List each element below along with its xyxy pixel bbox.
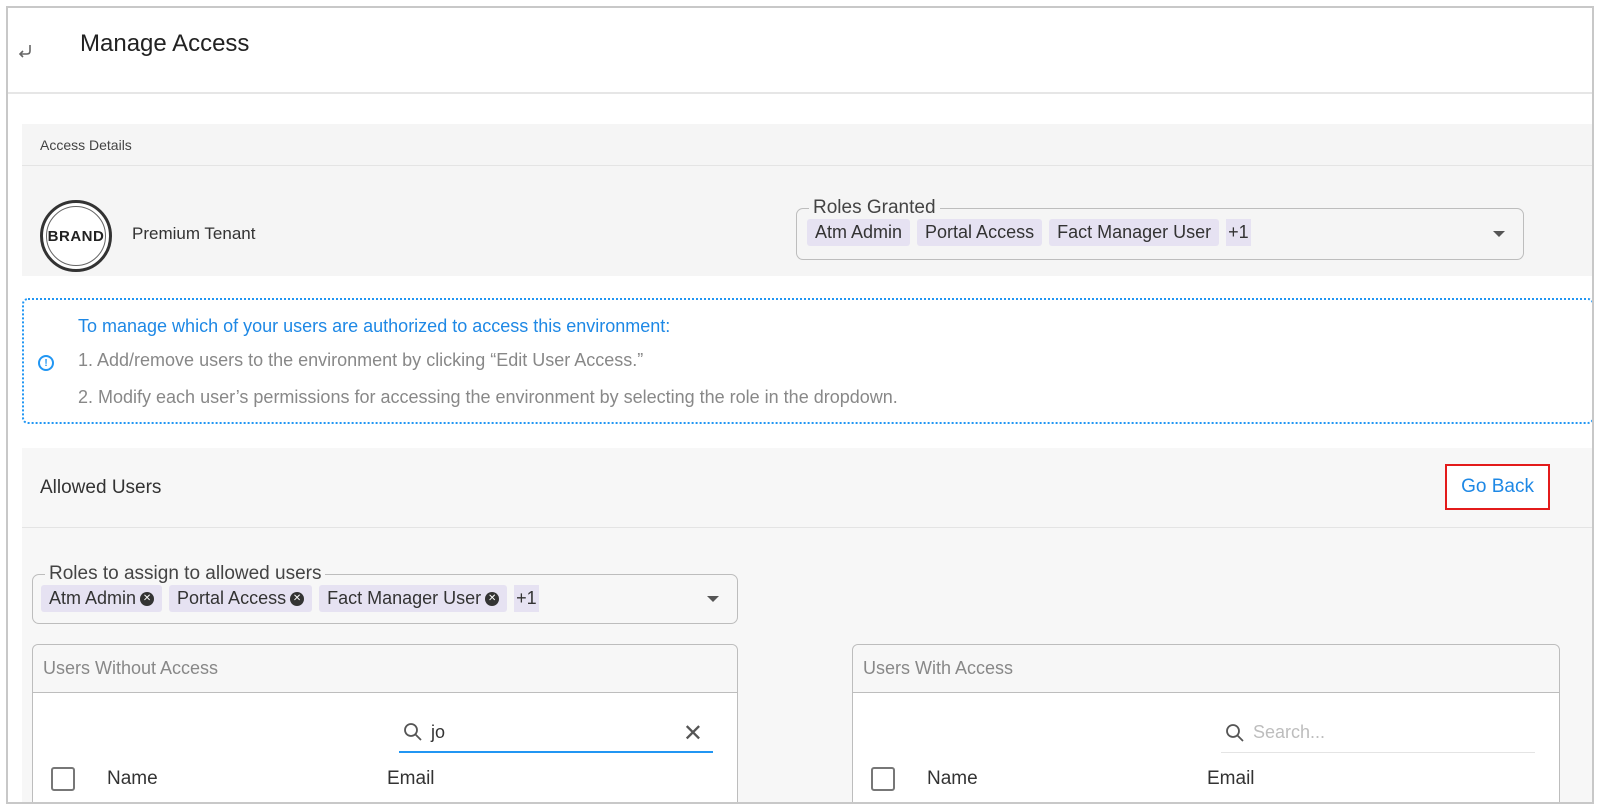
roles-to-assign-chips: Atm Admin ✕ Portal Access ✕ Fact Manager… — [41, 585, 539, 612]
role-chip: Portal Access — [917, 219, 1043, 246]
users-without-access-panel: Users Without Access jo ✕ Name Email — [32, 644, 738, 802]
dropdown-caret-icon[interactable] — [707, 596, 719, 602]
column-header-name[interactable]: Name — [107, 768, 158, 790]
info-icon: ! — [38, 355, 54, 371]
info-title: To manage which of your users are author… — [78, 316, 671, 336]
dropdown-caret-icon[interactable] — [1493, 231, 1505, 237]
column-header-email[interactable]: Email — [1207, 768, 1255, 790]
brand-logo-text: BRAND — [46, 206, 106, 266]
roles-granted-select[interactable]: Roles Granted Atm Admin Portal Access Fa… — [796, 197, 1524, 260]
column-header-name[interactable]: Name — [927, 768, 978, 790]
info-box: ! To manage which of your users are auth… — [22, 298, 1592, 424]
top-bar: Manage Access — [8, 8, 1592, 94]
assign-role-chip: Atm Admin ✕ — [41, 585, 163, 612]
users-with-access-search[interactable]: Search... — [1221, 713, 1535, 753]
roles-to-assign-select[interactable]: Roles to assign to allowed users Atm Adm… — [32, 563, 738, 624]
users-without-access-title: Users Without Access — [33, 645, 737, 693]
assign-role-chip-label: Atm Admin — [49, 588, 137, 608]
assign-role-chip: Portal Access ✕ — [169, 585, 313, 612]
remove-chip-icon[interactable]: ✕ — [140, 591, 155, 606]
return-arrow-icon[interactable] — [16, 42, 34, 60]
assign-role-chip-label: Portal Access — [177, 588, 287, 608]
allowed-users-card: Allowed Users Go Back Roles to assign to… — [22, 448, 1592, 802]
select-all-checkbox[interactable] — [871, 767, 895, 791]
more-roles-count: +1 — [514, 585, 539, 612]
column-header-email[interactable]: Email — [387, 768, 435, 790]
assign-role-chip: Fact Manager User ✕ — [319, 585, 508, 612]
select-all-checkbox[interactable] — [51, 767, 75, 791]
page-title: Manage Access — [80, 30, 250, 57]
users-without-access-search[interactable]: jo ✕ — [399, 713, 713, 753]
search-icon — [404, 723, 422, 741]
allowed-users-heading: Allowed Users — [22, 448, 1592, 528]
roles-to-assign-label: Roles to assign to allowed users — [45, 563, 326, 585]
info-line-2: 2. Modify each user’s permissions for ac… — [78, 387, 898, 407]
role-chip: Fact Manager User — [1049, 219, 1220, 246]
roles-granted-chips: Atm Admin Portal Access Fact Manager Use… — [807, 219, 1251, 246]
access-details-card: Access Details BRAND Premium Tenant Role… — [22, 124, 1592, 276]
more-roles-count: +1 — [1226, 219, 1251, 246]
brand-logo: BRAND — [40, 200, 112, 272]
remove-chip-icon[interactable]: ✕ — [290, 591, 305, 606]
users-with-access-title: Users With Access — [853, 645, 1559, 693]
search-placeholder[interactable]: Search... — [1253, 722, 1325, 743]
table-header-row: Name Email — [853, 761, 1559, 797]
app-frame: Manage Access Access Details BRAND Premi… — [6, 6, 1594, 804]
access-details-heading: Access Details — [22, 124, 1592, 166]
info-line-1: 1. Add/remove users to the environment b… — [78, 350, 644, 370]
clear-search-icon[interactable]: ✕ — [683, 719, 703, 748]
tenant-name: Premium Tenant — [132, 224, 256, 243]
users-with-access-panel: Users With Access Search... Name Email — [852, 644, 1560, 802]
role-chip: Atm Admin — [807, 219, 911, 246]
remove-chip-icon[interactable]: ✕ — [485, 591, 500, 606]
search-icon — [1226, 723, 1244, 742]
table-header-row: Name Email — [33, 761, 737, 797]
search-input-value[interactable]: jo — [431, 722, 445, 743]
roles-granted-label: Roles Granted — [809, 197, 940, 219]
go-back-button[interactable]: Go Back — [1445, 464, 1550, 510]
assign-role-chip-label: Fact Manager User — [327, 588, 482, 608]
